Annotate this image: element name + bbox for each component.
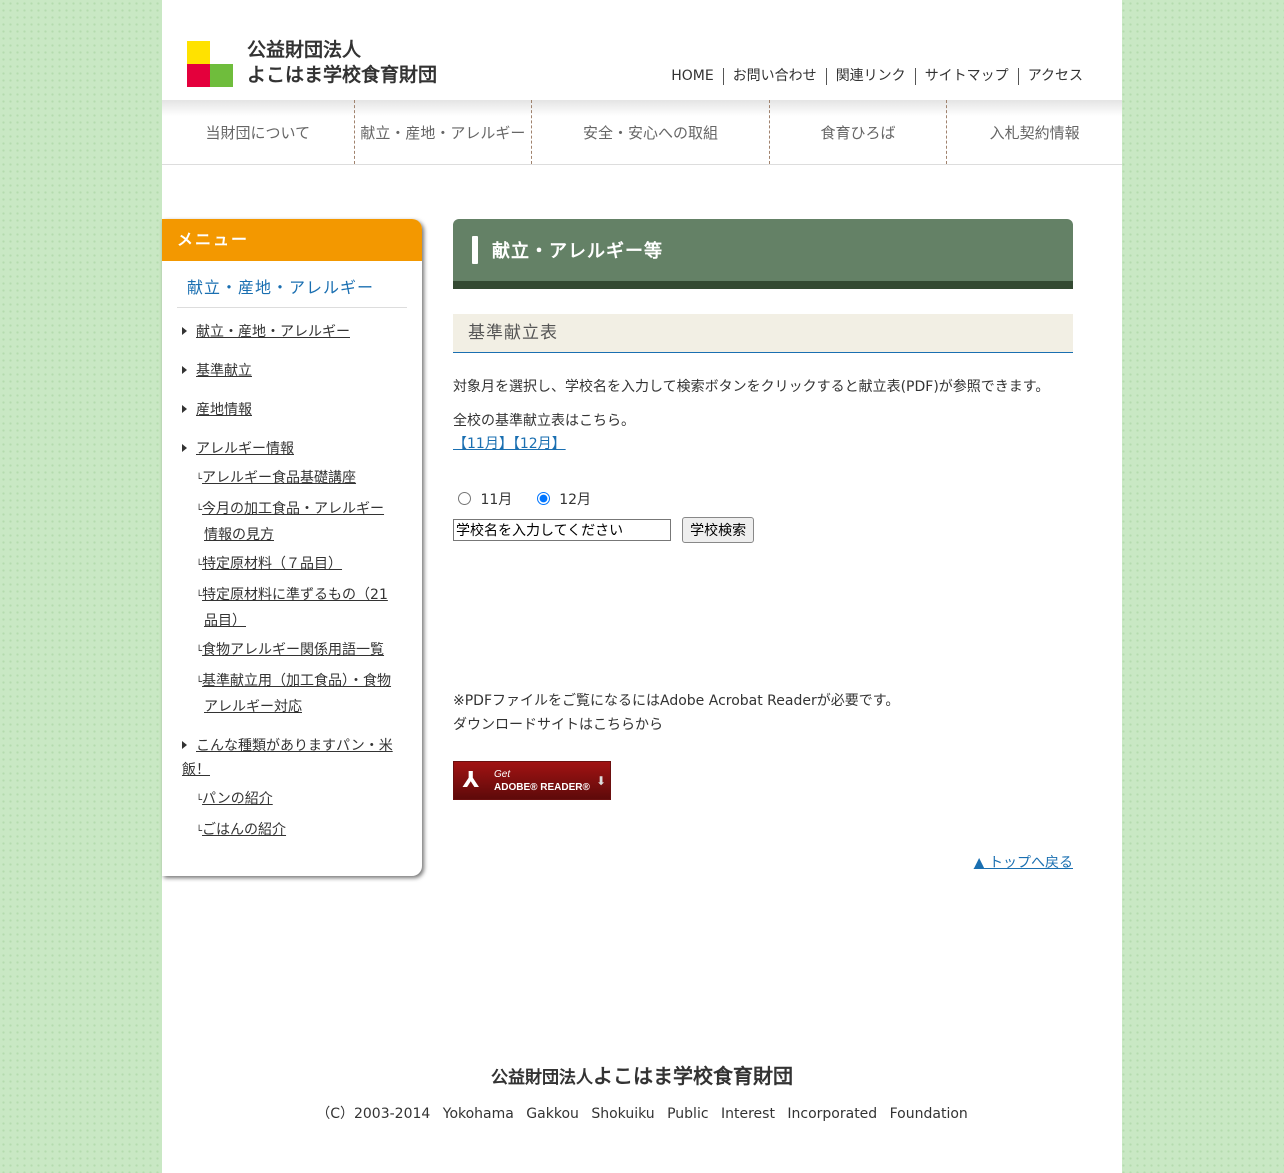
toplink-home[interactable]: HOME [662,68,722,85]
footer-copyright: （C）2003-2014 Yokohama Gakkou Shokuiku Pu… [316,1106,968,1122]
sidebar-title: 献立・産地・アレルギー [177,275,407,308]
acrobat-icon: ⅄ [462,768,480,793]
back-to-top-link[interactable]: ▲ トップへ戻る [974,855,1073,871]
sidebar-item: 基準献立 [162,344,422,383]
page-title: 献立・アレルギー等 [492,241,663,262]
back-to-top-row: ▲ トップへ戻る [453,852,1073,872]
search-row: 学校検索 [453,517,1073,543]
radio-december[interactable] [536,492,550,505]
adobe-reader-badge[interactable]: ⅄ Get ADOBE® READER® ⬇ [453,761,611,800]
pdf-note: ※PDFファイルをご覧になるにはAdobe Acrobat Readerが必要で… [453,693,900,709]
sidebar-item: こんな種類がありますパン・米飯！ [162,719,422,782]
sidebar-subitem: └食物アレルギー関係用語一覧 [162,633,422,664]
radio-november[interactable] [458,492,471,505]
sidebar-link-specific-21[interactable]: 特定原材料に準ずるもの（21品目） [202,587,388,629]
toplink-access[interactable]: アクセス [1017,68,1092,85]
sidebar-item: 献立・産地・アレルギー [162,308,422,344]
sidebar-subitem: └パンの紹介 [162,782,422,813]
logo-text[interactable]: 公益財団法人 よこはま学校食育財団 [247,38,437,88]
toplink-related[interactable]: 関連リンク [825,68,915,85]
logo-line2: よこはま学校食育財団 [247,64,438,86]
sidebar-link-rice[interactable]: ごはんの紹介 [202,822,286,838]
month-links[interactable]: 【11月】【12月】 [453,436,566,452]
footer: 公益財団法人よこはま学校食育財団 （C）2003-2014 Yokohama G… [162,1060,1122,1123]
toplink-contact[interactable]: お問い合わせ [722,68,826,85]
page-container: 公益財団法人 よこはま学校食育財団 HOME お問い合わせ 関連リンク サイトマ… [162,0,1122,1173]
logo-line1: 公益財団法人 [247,39,362,61]
gnav-bidding[interactable]: 入札契約情報 [947,100,1122,164]
sidebar-link-standard-processed[interactable]: 基準献立用（加工食品）・食物アレルギー対応 [202,673,391,715]
triangle-right-icon [182,327,187,335]
triangle-right-icon [182,366,187,374]
all-schools-text: 全校の基準献立表はこちら。 [453,413,635,429]
sidebar-link-standard-menu[interactable]: 基準献立 [196,363,252,379]
sidebar-subitem: └アレルギー食品基礎講座 [162,461,422,492]
school-search-input[interactable] [453,519,671,541]
sidebar-link-menu-allergy[interactable]: 献立・産地・アレルギー [196,324,350,340]
page-title-bar: 献立・アレルギー等 [453,219,1073,289]
sidebar-menu: メニュー 献立・産地・アレルギー 献立・産地・アレルギー 基準献立 産地情報 ア… [162,219,422,876]
sidebar-link-bread[interactable]: パンの紹介 [202,791,273,807]
section-title: 基準献立表 [453,314,1073,353]
sidebar-link-specific-7[interactable]: 特定原材料（７品目） [202,556,342,572]
sidebar-link-processed-food[interactable]: 今月の加工食品・アレルギー情報の見方 [202,501,384,543]
download-note: ダウンロードサイトはこちらから [453,717,663,733]
triangle-right-icon [182,405,187,413]
toplink-sitemap[interactable]: サイトマップ [914,68,1018,85]
title-bar-accent [472,236,478,264]
sidebar-link-allergy-info[interactable]: アレルギー情報 [196,441,294,457]
gnav-shokuiku[interactable]: 食育ひろば [770,100,948,164]
sidebar-subitem: └今月の加工食品・アレルギー情報の見方 [162,492,422,547]
footer-org-name: よこはま学校食育財団 [593,1064,793,1088]
global-nav: 当財団について 献立・産地・アレルギー 安全・安心への取組 食育ひろば 入札契約… [162,100,1122,165]
gnav-menu-allergy[interactable]: 献立・産地・アレルギー [355,100,533,164]
month-radio-group: 11月 12月 [453,489,1073,509]
sidebar-subitem: └特定原材料に準ずるもの（21品目） [162,578,422,633]
gnav-safety[interactable]: 安全・安心への取組 [532,100,770,164]
radio-december-label[interactable]: 12月 [559,492,591,508]
download-arrow-icon: ⬇ [595,773,606,788]
sidebar-link-bread-rice[interactable]: こんな種類がありますパン・米飯！ [182,738,393,778]
logo-icon[interactable] [187,41,233,87]
sidebar-link-allergy-basics[interactable]: アレルギー食品基礎講座 [202,470,356,486]
school-search-button[interactable]: 学校検索 [682,517,755,543]
adobe-reader-label: ADOBE® READER® [494,781,590,793]
sidebar-item: アレルギー情報 [162,422,422,461]
intro-text: 対象月を選択し、学校名を入力して検索ボタンをクリックすると献立表(PDF)が参照… [453,379,1050,395]
adobe-logo-icon: ⅄ [454,762,488,799]
triangle-right-icon [182,444,187,452]
sidebar-heading: メニュー [162,219,422,261]
footer-org: 公益財団法人よこはま学校食育財団 [162,1060,1122,1089]
sidebar-subitem: └特定原材料（７品目） [162,547,422,578]
main-content: 献立・アレルギー等 基準献立表 対象月を選択し、学校名を入力して検索ボタンをクリ… [453,219,1073,872]
sidebar-link-origin[interactable]: 産地情報 [196,402,252,418]
sidebar-item: 産地情報 [162,383,422,422]
radio-november-label[interactable]: 11月 [480,492,512,508]
triangle-right-icon [182,741,187,749]
sidebar-subitem: └ごはんの紹介 [162,813,422,844]
sidebar-link-glossary[interactable]: 食物アレルギー関係用語一覧 [202,642,384,658]
top-links: HOME お問い合わせ 関連リンク サイトマップ アクセス [662,68,1092,85]
gnav-about[interactable]: 当財団について [162,100,355,164]
adobe-get-label: Get [494,768,511,780]
footer-org-prefix: 公益財団法人 [491,1068,593,1088]
sidebar-subitem: └基準献立用（加工食品）・食物アレルギー対応 [162,664,422,719]
